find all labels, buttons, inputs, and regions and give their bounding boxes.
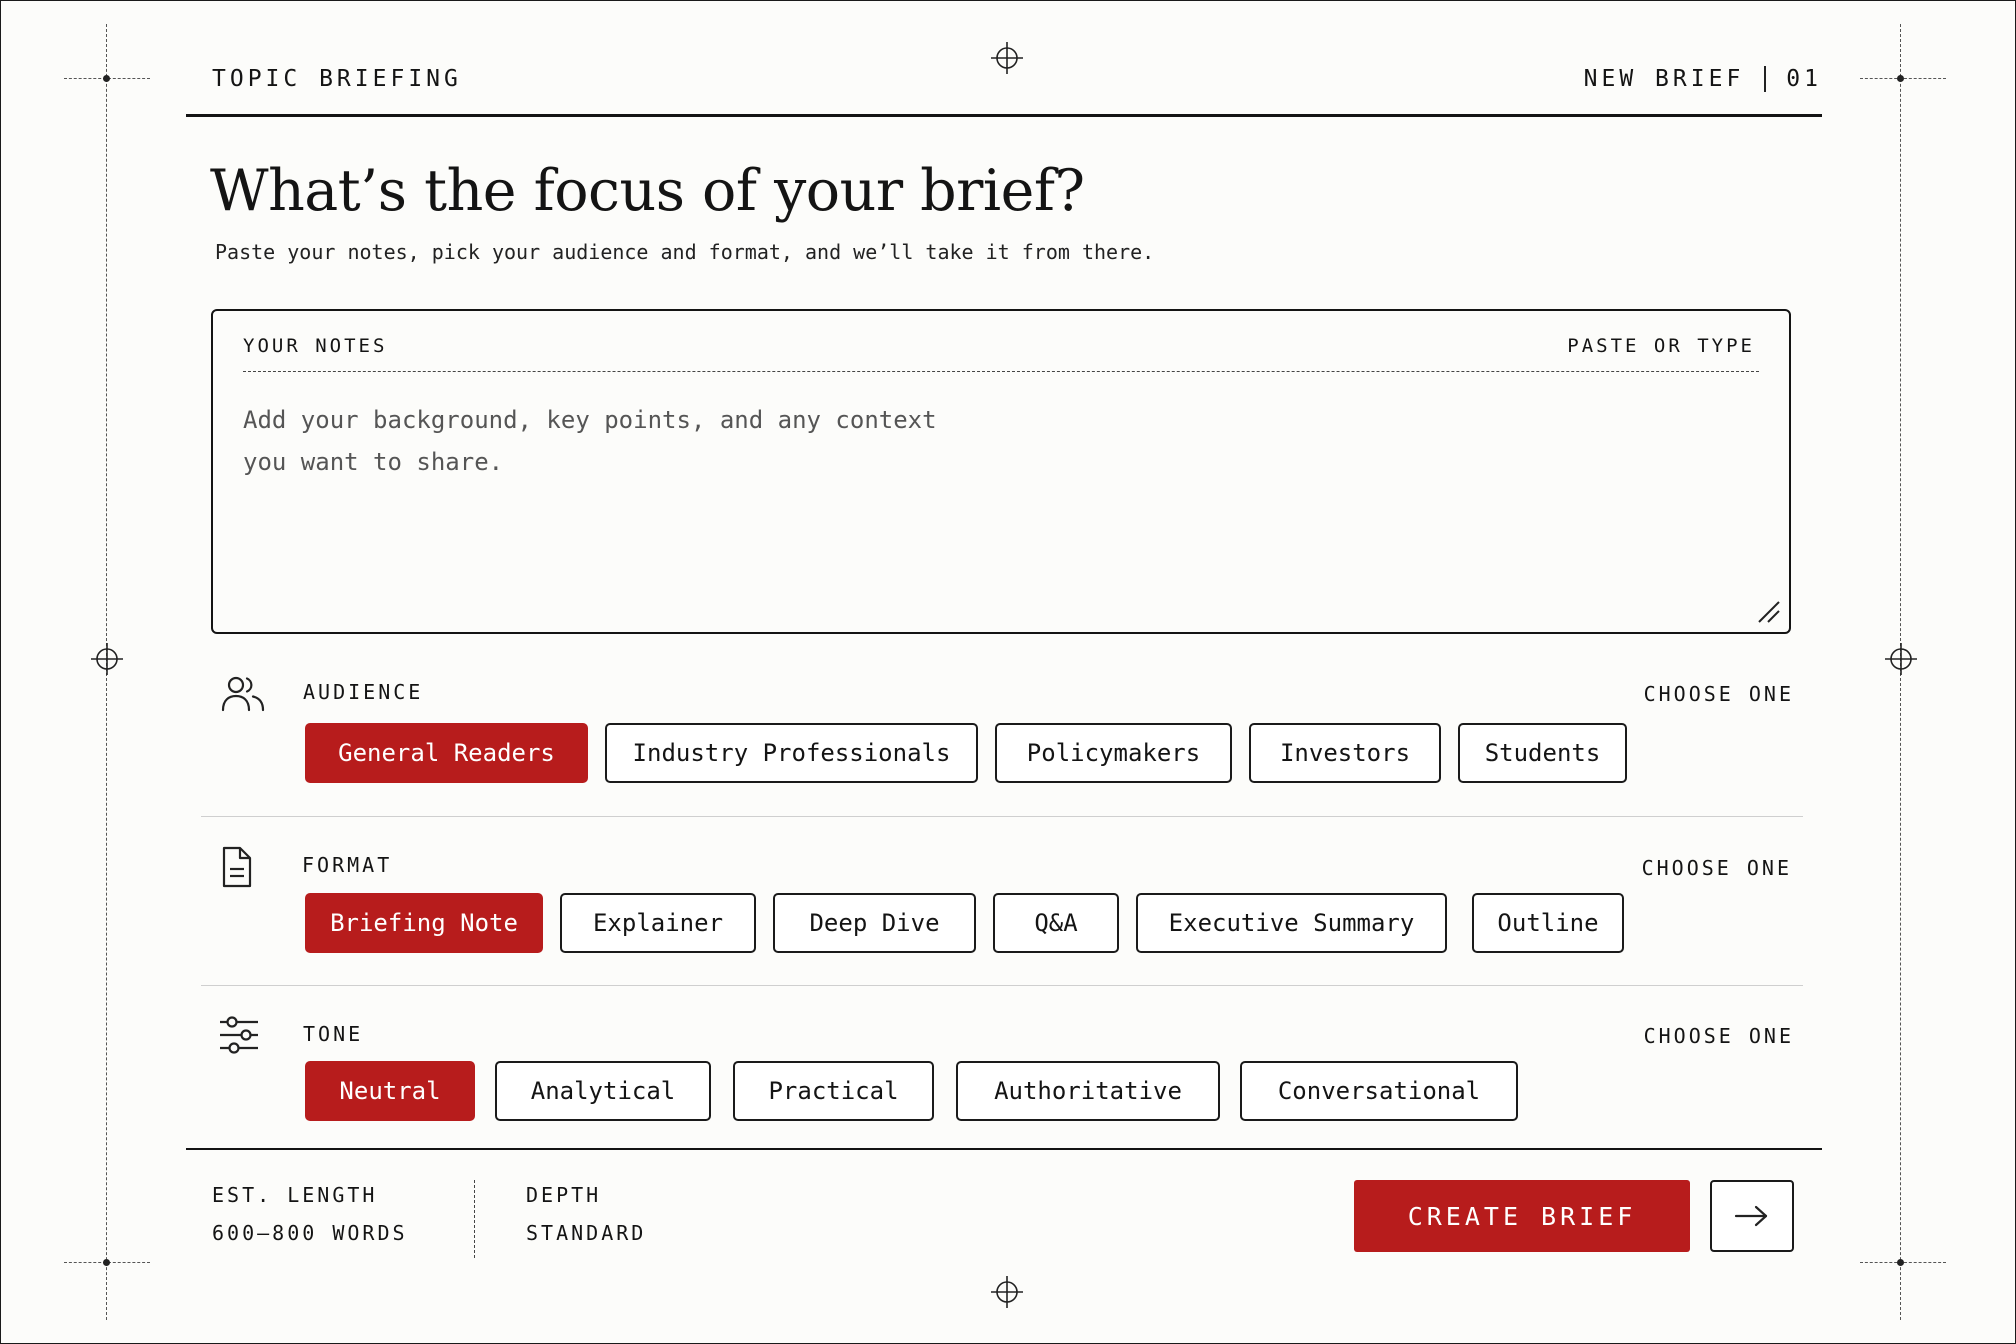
users-icon (221, 676, 265, 712)
registration-target-icon (991, 1276, 1023, 1308)
tone-label: TONE (303, 1022, 364, 1046)
crop-mark-dot (103, 1259, 110, 1266)
resize-handle-icon[interactable] (1755, 598, 1781, 624)
header-rule (186, 114, 1822, 117)
audience-option-general-readers[interactable]: General Readers (305, 723, 588, 783)
create-brief-button[interactable]: CREATE BRIEF (1354, 1180, 1690, 1252)
length-label: EST. LENGTH (212, 1183, 378, 1207)
page-subtitle: Paste your notes, pick your audience and… (215, 240, 1155, 264)
audience-options: General Readers Industry Professionals P… (305, 723, 1627, 783)
depth-label: DEPTH (526, 1183, 602, 1207)
tone-option-analytical[interactable]: Analytical (495, 1061, 711, 1121)
section-divider (201, 816, 1803, 817)
audience-label: AUDIENCE (303, 680, 424, 704)
audience-option-students[interactable]: Students (1458, 723, 1627, 783)
header-meta: NEW BRIEF 01 (1584, 66, 1822, 92)
registration-target-icon (991, 42, 1023, 74)
next-button[interactable] (1710, 1180, 1794, 1252)
section-divider (201, 985, 1803, 986)
registration-target-icon (1885, 643, 1917, 675)
header-divider (1764, 66, 1767, 92)
depth-value: STANDARD (526, 1221, 647, 1245)
arrow-right-icon (1734, 1205, 1768, 1227)
app-title: TOPIC BRIEFING (212, 66, 462, 92)
tone-options: Neutral Analytical Practical Authoritati… (305, 1061, 1518, 1121)
tone-option-conversational[interactable]: Conversational (1240, 1061, 1518, 1121)
notes-divider (243, 371, 1759, 372)
format-options: Briefing Note Explainer Deep Dive Q&A Ex… (305, 893, 1624, 953)
page-title: What’s the focus of your brief? (210, 158, 1085, 224)
footer-rule (186, 1148, 1822, 1150)
audience-hint: CHOOSE ONE (1643, 682, 1794, 706)
format-option-explainer[interactable]: Explainer (560, 893, 756, 953)
audience-option-industry-professionals[interactable]: Industry Professionals (605, 723, 978, 783)
length-value: 600–800 WORDS (212, 1221, 408, 1245)
format-option-deep-dive[interactable]: Deep Dive (773, 893, 976, 953)
crop-mark-dot (103, 75, 110, 82)
audience-option-policymakers[interactable]: Policymakers (995, 723, 1232, 783)
document-icon (222, 846, 252, 888)
brief-context: NEW BRIEF (1583, 66, 1745, 92)
stat-divider (474, 1180, 475, 1258)
tone-option-practical[interactable]: Practical (733, 1061, 934, 1121)
format-option-qa[interactable]: Q&A (993, 893, 1119, 953)
audience-option-investors[interactable]: Investors (1249, 723, 1441, 783)
registration-target-icon (91, 643, 123, 675)
tone-option-neutral[interactable]: Neutral (305, 1061, 475, 1121)
format-hint: CHOOSE ONE (1641, 856, 1792, 880)
notes-card: YOUR NOTES PASTE OR TYPE (211, 309, 1791, 634)
sliders-icon (220, 1016, 258, 1054)
crop-mark-dot (1897, 75, 1904, 82)
tone-hint: CHOOSE ONE (1643, 1024, 1794, 1048)
step-number: 01 (1786, 66, 1822, 92)
format-option-outline[interactable]: Outline (1472, 893, 1624, 953)
notes-label: YOUR NOTES (243, 335, 388, 357)
crop-mark-dot (1897, 1259, 1904, 1266)
notes-input[interactable] (243, 399, 1743, 589)
format-option-executive-summary[interactable]: Executive Summary (1136, 893, 1447, 953)
format-label: FORMAT (302, 853, 393, 877)
tone-option-authoritative[interactable]: Authoritative (956, 1061, 1220, 1121)
format-option-briefing-note[interactable]: Briefing Note (305, 893, 543, 953)
notes-hint: PASTE OR TYPE (1567, 335, 1755, 357)
